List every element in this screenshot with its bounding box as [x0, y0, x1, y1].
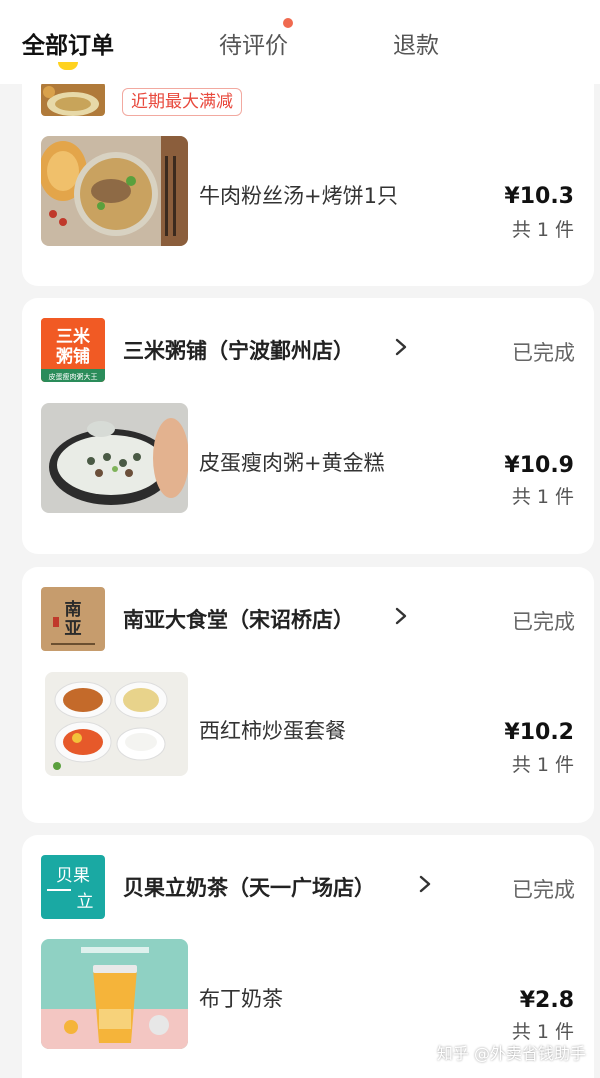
shop-name[interactable]: 南亚大食堂（宋诏桥店） [123, 604, 354, 634]
promo-badge: 近期最大满减 [122, 88, 242, 116]
shop-logo: 贝果 立 [41, 855, 105, 919]
shop-name[interactable]: 三米粥铺（宁波鄞州店） [123, 335, 354, 365]
chevron-right-icon[interactable] [419, 875, 431, 893]
order-status: 已完成 [512, 878, 575, 902]
logo-text: 粥铺 [56, 346, 90, 367]
item-count: 共 1 件 [511, 219, 574, 241]
order-status: 已完成 [512, 610, 575, 634]
item-name: 皮蛋瘦肉粥+黄金糕 [199, 451, 385, 475]
shop-logo: 三米 粥铺 皮蛋瘦肉粥大王 [41, 318, 105, 382]
logo-text: 立 [77, 892, 94, 912]
food-image[interactable] [41, 939, 188, 1049]
order-status: 已完成 [512, 341, 575, 365]
order-price: ¥10.3 [504, 184, 574, 209]
item-name: 牛肉粉丝汤+烤饼1只 [199, 184, 398, 208]
logo-text: 三米 [56, 326, 91, 347]
item-count: 共 1 件 [511, 754, 574, 776]
order-price: ¥10.9 [504, 453, 574, 478]
chevron-right-icon[interactable] [395, 607, 407, 625]
shop-logo: 南 亚 [41, 587, 105, 651]
order-card[interactable]: 南 亚 南亚大食堂（宋诏桥店） 已完成 西红柿炒蛋套餐 ¥10.2 共 1 件 [22, 567, 594, 823]
tab-pending-review[interactable]: 待评价 [219, 26, 288, 60]
item-name: 西红柿炒蛋套餐 [199, 719, 346, 743]
item-name: 布丁奶茶 [199, 987, 283, 1011]
order-price: ¥2.8 [519, 988, 574, 1013]
tab-all-orders[interactable]: 全部订单 [22, 26, 114, 60]
food-image[interactable] [41, 403, 188, 513]
order-tabs-bar: 全部订单 待评价 退款 [0, 0, 600, 84]
shop-logo [41, 82, 105, 116]
shop-name[interactable]: 贝果立奶茶（天一广场店） [123, 872, 375, 902]
chevron-right-icon[interactable] [395, 338, 407, 356]
active-tab-indicator [58, 62, 78, 70]
logo-text: 亚 [65, 619, 82, 639]
order-price: ¥10.2 [504, 720, 574, 745]
order-card[interactable]: 近期最大满减 牛肉粉丝汤+烤饼1只 ¥10.3 共 1 件 [22, 60, 594, 286]
order-card[interactable]: 三米 粥铺 皮蛋瘦肉粥大王 三米粥铺（宁波鄞州店） 已完成 皮蛋瘦肉粥+黄金糕 … [22, 298, 594, 554]
food-image[interactable] [41, 136, 188, 246]
item-count: 共 1 件 [511, 486, 574, 508]
logo-text: 贝果 [56, 866, 90, 886]
watermark: 知乎 @外卖省钱助手 [436, 1044, 586, 1063]
food-image[interactable] [45, 672, 188, 776]
logo-text: 南 [65, 599, 82, 620]
tab-refund[interactable]: 退款 [393, 26, 439, 60]
notification-dot [283, 18, 293, 28]
logo-subtext: 皮蛋瘦肉粥大王 [49, 372, 98, 381]
